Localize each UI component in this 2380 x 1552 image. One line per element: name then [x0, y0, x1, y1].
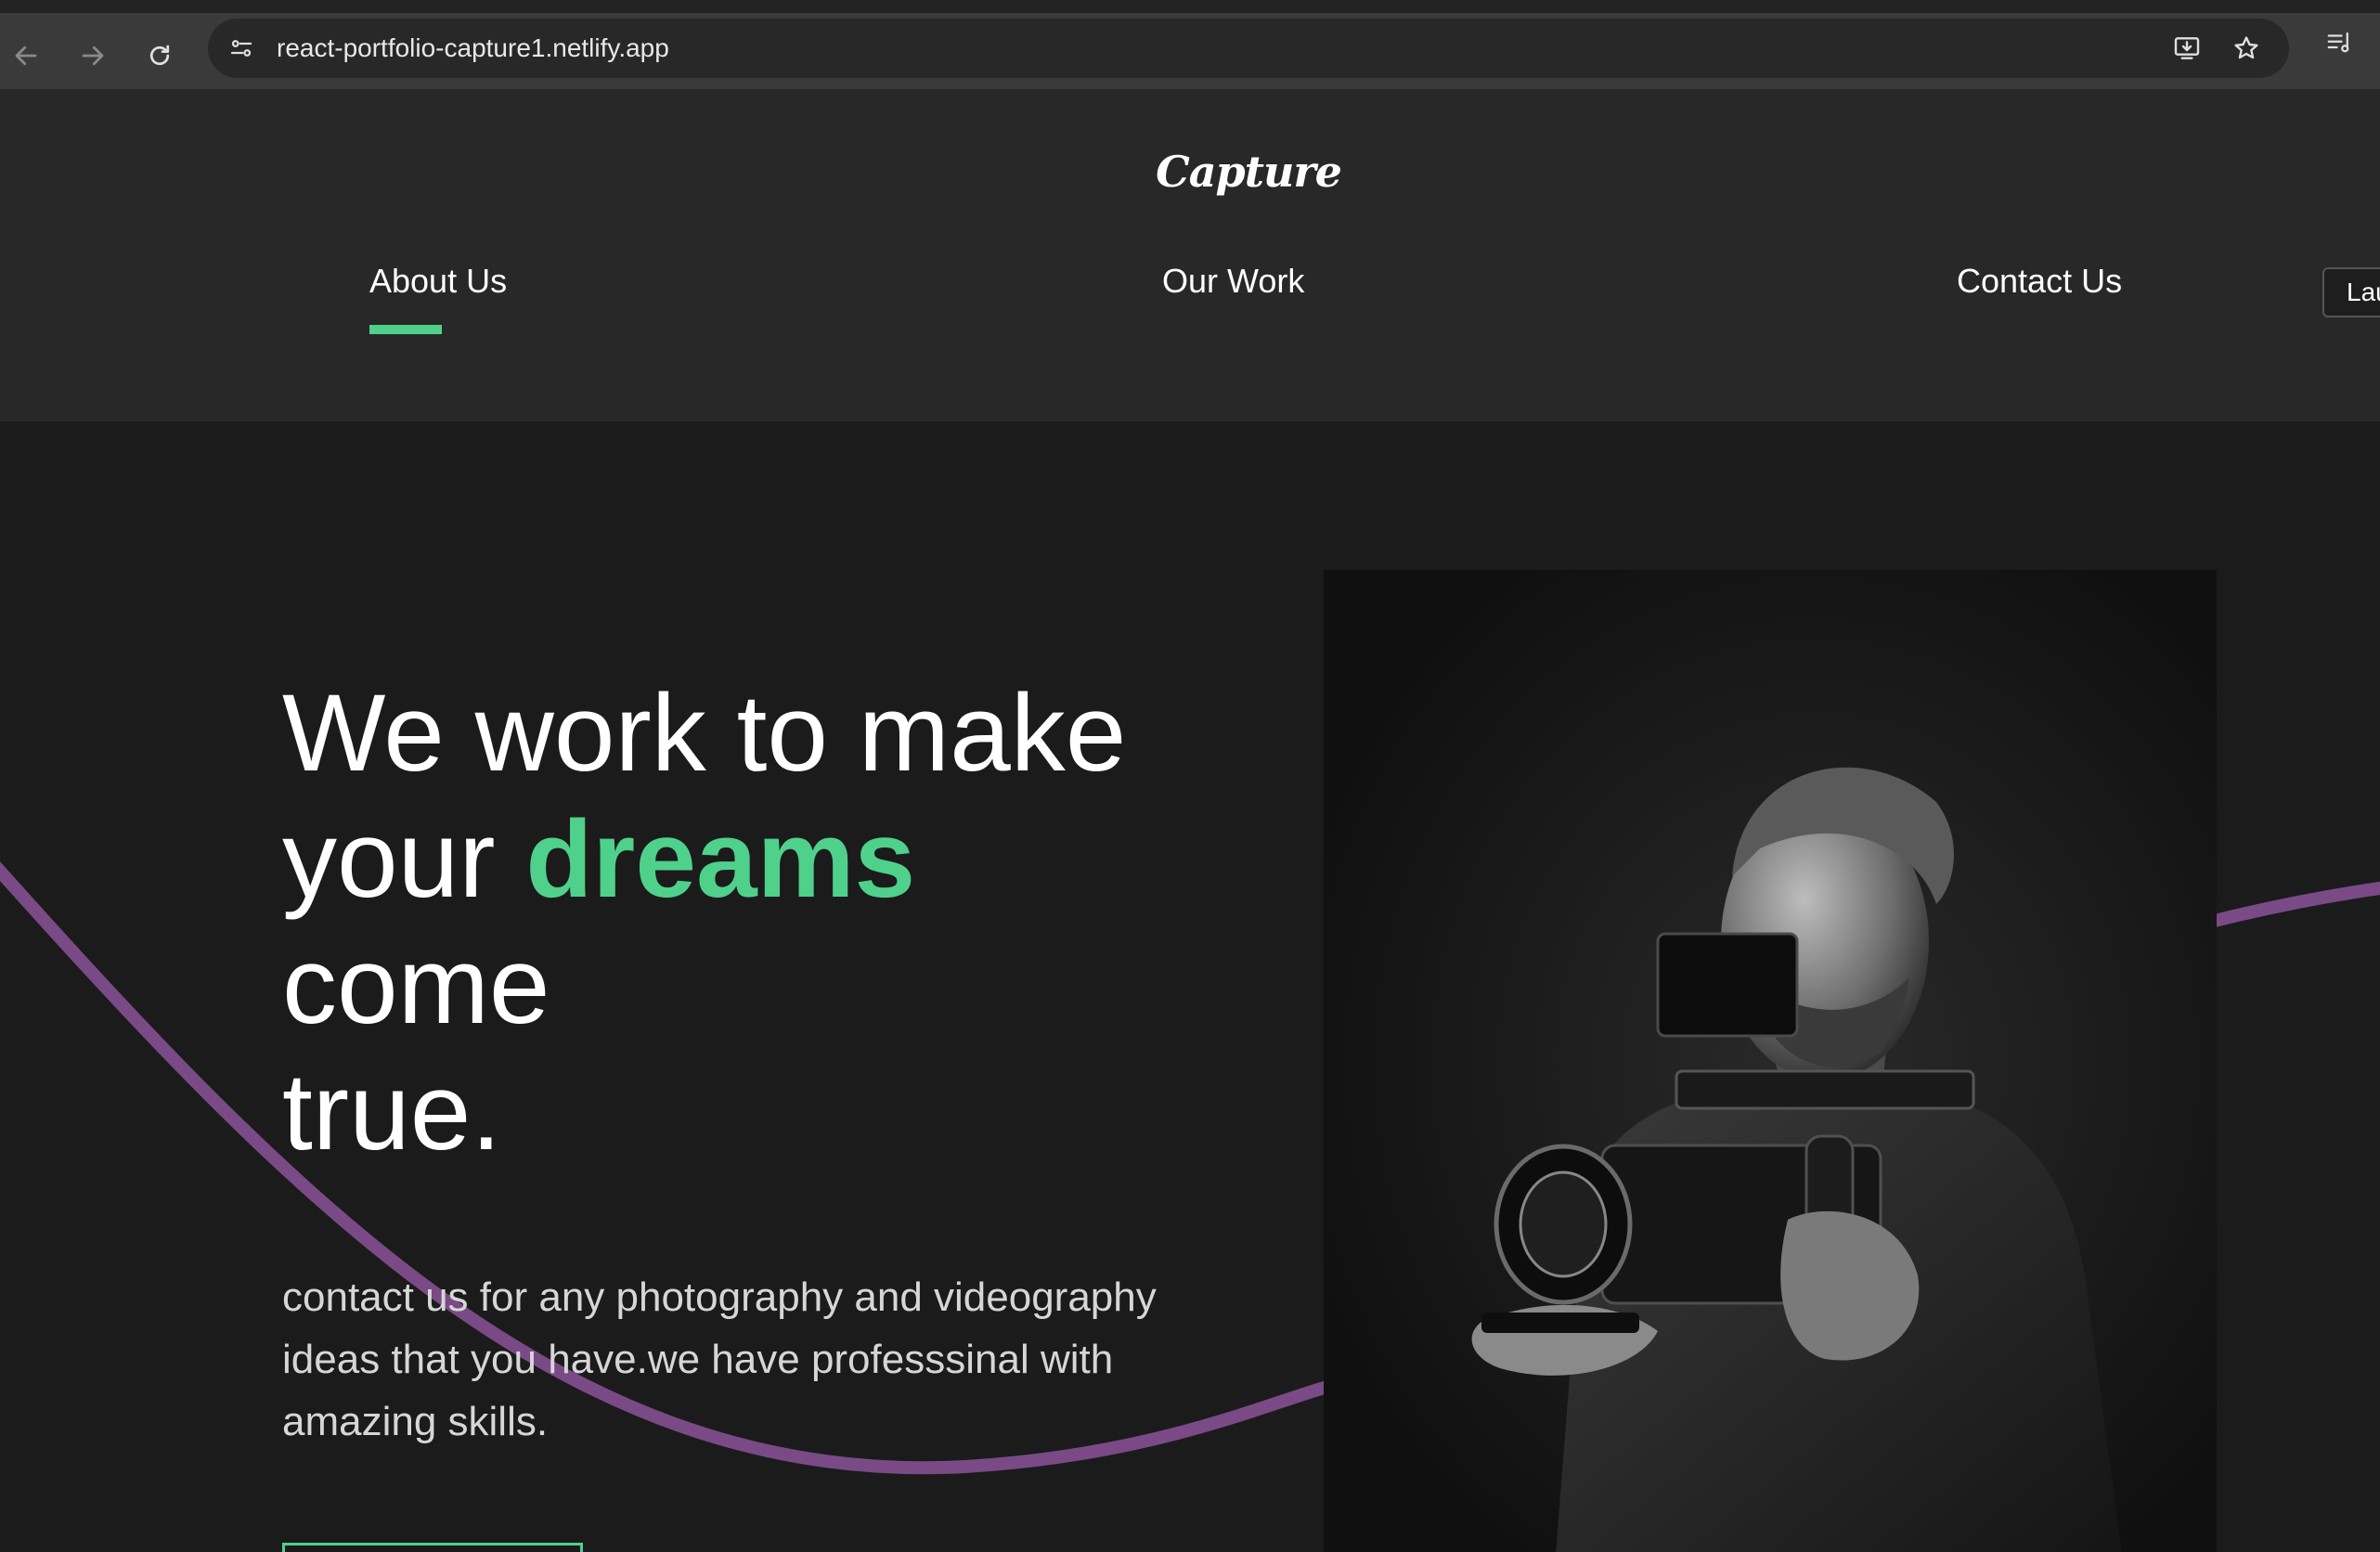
- forward-button[interactable]: [71, 33, 115, 78]
- install-app-button[interactable]: [2165, 26, 2209, 71]
- reload-icon: [149, 45, 170, 66]
- nav-contact-us[interactable]: Contact Us: [1957, 262, 2122, 301]
- language-button[interactable]: Lau: [2322, 267, 2380, 317]
- headline-line-3: come: [282, 925, 550, 1047]
- install-app-icon: [2174, 37, 2200, 59]
- nav-about-us[interactable]: About Us: [369, 262, 507, 301]
- url-text[interactable]: react-portfolio-capture1.netlify.app: [277, 19, 669, 78]
- reload-button[interactable]: [137, 33, 182, 78]
- headline-highlight: dreams: [525, 798, 916, 921]
- site-settings-button[interactable]: [219, 26, 264, 71]
- hero-cta-button[interactable]: [282, 1543, 583, 1552]
- nav-our-work[interactable]: Our Work: [1162, 262, 1304, 301]
- site-logo[interactable]: Capture: [0, 147, 2380, 197]
- hero-section: We work to make your dreams come true. c…: [0, 421, 2380, 1552]
- browser-toolbar: react-portfolio-capture1.netlify.app: [0, 0, 2380, 89]
- bookmark-star-icon: [2234, 36, 2258, 59]
- back-icon: [15, 45, 37, 66]
- hero-photo-videographer: [1324, 570, 2217, 1552]
- site-settings-icon: [230, 40, 252, 57]
- address-bar[interactable]: react-portfolio-capture1.netlify.app: [208, 19, 2289, 78]
- active-nav-indicator: [369, 325, 442, 334]
- site-header: Capture About Us Our Work Contact Us Lau: [0, 89, 2380, 421]
- headline-line-1: We work to make: [282, 672, 1127, 795]
- headline-line-2: your: [282, 798, 526, 921]
- reading-list-icon: [2327, 32, 2349, 53]
- hero-description: contact us for any photography and video…: [282, 1274, 1157, 1444]
- back-button[interactable]: [4, 33, 48, 78]
- hero-headline: We work to make your dreams come true.: [282, 670, 1126, 1175]
- bookmark-button[interactable]: [2224, 26, 2269, 71]
- forward-icon: [82, 45, 104, 66]
- headline-line-4: true.: [282, 1051, 502, 1173]
- reading-list-button[interactable]: [2317, 20, 2361, 65]
- videographer-illustration: [1324, 570, 2217, 1552]
